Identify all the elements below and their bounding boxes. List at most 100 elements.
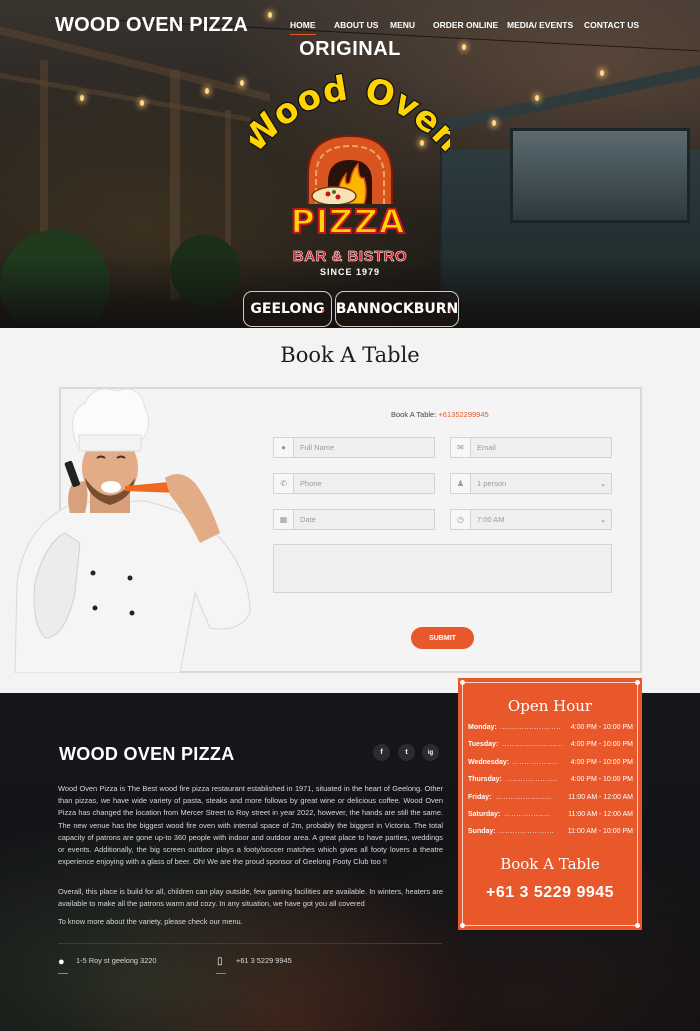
site-title[interactable]: WOOD OVEN PIZZA	[55, 14, 248, 37]
phone-placeholder: Phone	[300, 479, 322, 488]
location-geelong-label: GEELONG	[250, 301, 325, 317]
footer-divider	[58, 943, 442, 944]
chef-image	[14, 388, 251, 673]
footer-menu-paragraph: To know more about the variety, please c…	[58, 917, 243, 926]
hours-time: 4:00 PM - 10:00 PM	[570, 776, 633, 783]
hours-time: 4:00 PM - 10:00 PM	[570, 759, 633, 766]
container-roof	[420, 65, 700, 137]
logo-since-text: SINCE 1979	[319, 267, 381, 277]
hours-time: 11:00 AM - 12:00 AM	[568, 811, 633, 818]
full-name-field[interactable]: ● Full Name	[273, 437, 435, 458]
hours-row-monday: Monday: .............................. 4…	[468, 724, 633, 734]
light-bulb	[535, 95, 539, 101]
hours-dots: ..............................	[496, 794, 551, 801]
submit-button[interactable]: SUBMIT	[411, 627, 474, 649]
persons-selected-value: 1 person	[477, 479, 507, 488]
footer-overall-paragraph: Overall, this place is build for all, ch…	[58, 887, 443, 909]
instagram-icon[interactable]: ig	[422, 744, 439, 761]
open-hours-title: Open Hour	[507, 697, 593, 715]
chevron-right-icon: ▸	[448, 307, 452, 314]
nav-menu[interactable]: MENU	[390, 20, 415, 30]
persons-select[interactable]: ♟ 1 person ⌄	[450, 473, 612, 494]
chevron-down-icon: ⌄	[600, 480, 606, 488]
open-hours-book-title[interactable]: Book A Table	[458, 855, 642, 873]
hours-row-wednesday: Wednesday: .............................…	[468, 759, 633, 769]
facebook-icon[interactable]: f	[373, 744, 390, 761]
hours-row-friday: Friday: .............................. 1…	[468, 794, 633, 804]
hours-day: Wednesday:	[468, 759, 510, 766]
corner-dot	[635, 923, 640, 928]
light-bulb	[492, 120, 496, 126]
footer-about-paragraph: Wood Oven Pizza is The Best wood fire pi…	[58, 784, 443, 867]
twitter-icon[interactable]: t	[398, 744, 415, 761]
phone-field[interactable]: ✆ Phone	[273, 473, 435, 494]
nav-about-us[interactable]: ABOUT US	[334, 20, 378, 30]
nav-contact-us[interactable]: CONTACT US	[584, 20, 639, 30]
light-bulb	[462, 44, 466, 50]
hours-day: Friday:	[468, 794, 492, 801]
hours-row-sunday: Sunday: .............................. 1…	[468, 828, 633, 838]
chevron-right-icon: ▸	[321, 307, 325, 314]
phone-icon: ✆	[274, 474, 294, 493]
booking-phone-label: Book A Table:	[391, 410, 437, 419]
email-field[interactable]: ✉ Email	[450, 437, 612, 458]
hours-time: 11:00 AM - 10:00 PM	[567, 828, 633, 835]
footer-address: 1-5 Roy st geelong 3220	[76, 956, 157, 965]
hours-day: Thursday:	[468, 776, 502, 783]
light-bulb	[268, 12, 272, 18]
date-placeholder: Date	[300, 515, 316, 524]
hours-day: Saturday:	[468, 811, 501, 818]
full-name-placeholder: Full Name	[300, 443, 335, 452]
nav-media-events[interactable]: MEDIA/ EVENTS	[507, 20, 573, 30]
hours-row-saturday: Saturday: ..............................…	[468, 811, 633, 821]
hours-time: 11:00 AM - 12:00 AM	[568, 794, 633, 801]
booking-phone-line: Book A Table: +61352299945	[391, 410, 489, 419]
nav-home[interactable]: HOME	[290, 20, 316, 35]
light-bulb	[600, 70, 604, 76]
icon-underline	[58, 973, 68, 974]
location-geelong-button[interactable]: GEELONG ▸	[243, 291, 332, 327]
light-bulb	[205, 88, 209, 94]
logo-emblem: Wood Oven	[250, 67, 450, 204]
footer-title: WOOD OVEN PIZZA	[59, 744, 235, 764]
light-bulb	[80, 95, 84, 101]
booking-title: Book A Table	[280, 343, 420, 367]
location-bannockburn-label: BANNOCKBURN	[335, 301, 459, 317]
light-bulb	[140, 100, 144, 106]
time-selected-value: 7:00 AM	[477, 515, 505, 524]
mobile-phone-icon: ▯	[217, 956, 223, 967]
nav-order-online[interactable]: ORDER ONLINE	[433, 20, 498, 30]
hero-banner: WOOD OVEN PIZZA HOME ABOUT US MENU ORDER…	[0, 0, 700, 328]
hours-time: 4:00 PM - 10:00 PM	[570, 741, 633, 748]
hours-dots: ..............................	[500, 724, 560, 731]
hours-day: Tuesday:	[468, 741, 499, 748]
clock-icon: ◷	[451, 510, 471, 529]
map-pin-icon: ●	[58, 956, 65, 968]
open-hours-phone[interactable]: +61 3 5229 9945	[458, 884, 642, 902]
corner-dot	[460, 680, 465, 685]
message-textarea[interactable]	[273, 544, 612, 593]
calendar-icon: ▦	[274, 510, 294, 529]
logo-original-text: ORIGINAL	[299, 38, 401, 60]
hours-dots: ..............................	[506, 776, 558, 783]
time-select[interactable]: ◷ 7:00 AM ⌄	[450, 509, 612, 530]
chevron-down-icon: ⌄	[600, 516, 606, 524]
hours-dots: ..............................	[512, 759, 558, 766]
date-field[interactable]: ▦ Date	[273, 509, 435, 530]
icon-underline	[216, 973, 226, 974]
user-icon: ●	[274, 438, 294, 457]
hours-row-thursday: Thursday: ..............................…	[468, 776, 633, 786]
corner-dot	[635, 680, 640, 685]
corner-dot	[460, 923, 465, 928]
hours-dots: ..............................	[504, 811, 551, 818]
envelope-icon: ✉	[451, 438, 471, 457]
hours-dots: ..............................	[502, 741, 562, 748]
brand-logo: ORIGINAL Wood Oven PIZZA BAR & BISTRO SI…	[250, 36, 450, 281]
booking-phone-link[interactable]: +61352299945	[438, 410, 488, 419]
location-bannockburn-button[interactable]: BANNOCKBURN ▸	[335, 291, 459, 327]
logo-bar-bistro-text: BAR & BISTRO	[292, 248, 408, 266]
hours-day: Sunday:	[468, 828, 496, 835]
footer-phone[interactable]: +61 3 5229 9945	[236, 956, 292, 965]
email-placeholder: Email	[477, 443, 496, 452]
logo-pizza-text: PIZZA	[290, 201, 406, 242]
